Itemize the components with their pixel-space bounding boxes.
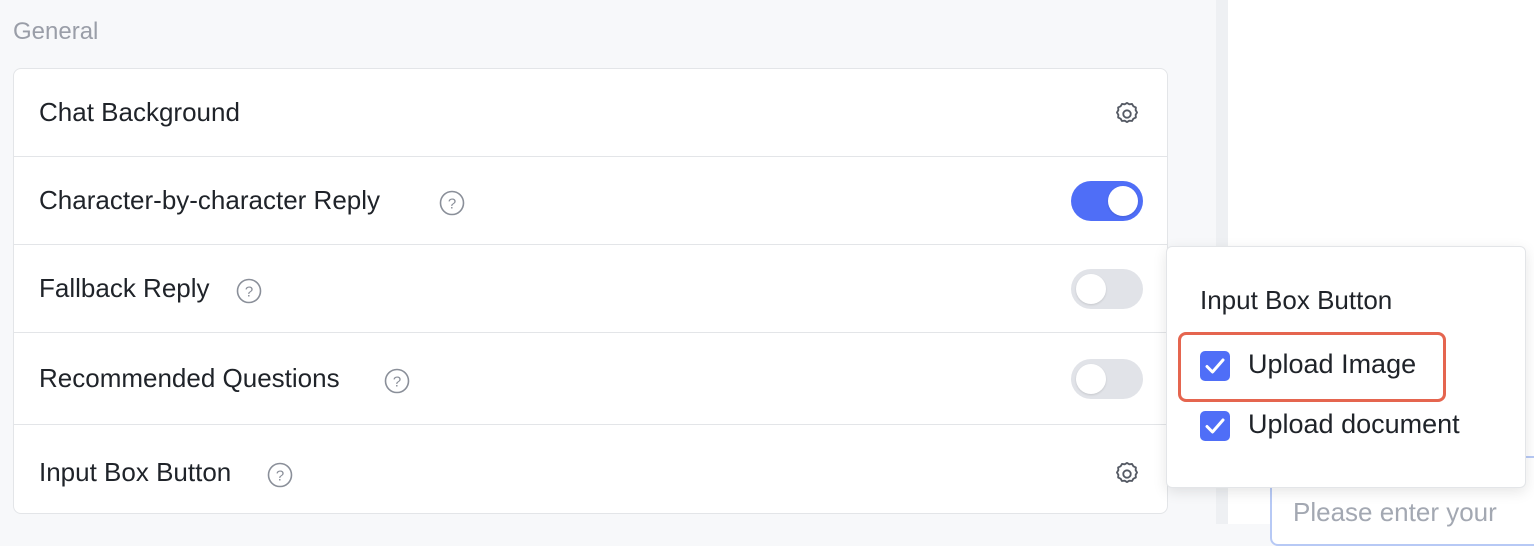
setting-label: Input Box Button bbox=[39, 457, 232, 487]
setting-row-chat-background: Chat Background bbox=[14, 69, 1167, 157]
setting-label: Recommended Questions bbox=[39, 363, 340, 393]
settings-card: Chat Background Character-by-character R… bbox=[13, 68, 1168, 514]
setting-label: Character-by-character Reply bbox=[39, 185, 381, 215]
help-icon[interactable]: ? bbox=[384, 368, 410, 394]
toggle-knob bbox=[1076, 364, 1106, 394]
setting-label: Fallback Reply bbox=[39, 273, 210, 303]
setting-row-char-reply: Character-by-character Reply ? bbox=[14, 157, 1167, 245]
help-icon[interactable]: ? bbox=[267, 462, 293, 488]
popover-title: Input Box Button bbox=[1200, 285, 1393, 315]
help-icon[interactable]: ? bbox=[236, 278, 262, 304]
settings-panel: General Chat Background Character-by-cha… bbox=[0, 0, 1216, 524]
svg-text:?: ? bbox=[276, 468, 284, 485]
help-icon[interactable]: ? bbox=[439, 190, 465, 216]
toggle-knob bbox=[1076, 274, 1106, 304]
section-title: General bbox=[13, 18, 99, 45]
gear-icon[interactable] bbox=[1113, 100, 1141, 128]
chat-input-placeholder: Please enter your bbox=[1293, 497, 1497, 527]
upload-document-checkbox[interactable] bbox=[1200, 411, 1230, 441]
toggle-knob bbox=[1108, 186, 1138, 216]
svg-text:?: ? bbox=[245, 284, 253, 301]
setting-label: Chat Background bbox=[39, 97, 240, 127]
setting-row-input-box-button: Input Box Button ? bbox=[14, 425, 1167, 515]
setting-row-fallback-reply: Fallback Reply ? bbox=[14, 245, 1167, 333]
highlight-box bbox=[1178, 332, 1446, 402]
char-reply-toggle[interactable] bbox=[1071, 181, 1143, 221]
svg-text:?: ? bbox=[448, 196, 456, 213]
fallback-reply-toggle[interactable] bbox=[1071, 269, 1143, 309]
gear-icon[interactable] bbox=[1113, 460, 1141, 488]
recommended-questions-toggle[interactable] bbox=[1071, 359, 1143, 399]
svg-text:?: ? bbox=[393, 374, 401, 391]
setting-row-recommended-questions: Recommended Questions ? bbox=[14, 333, 1167, 425]
upload-document-label: Upload document bbox=[1248, 409, 1460, 439]
